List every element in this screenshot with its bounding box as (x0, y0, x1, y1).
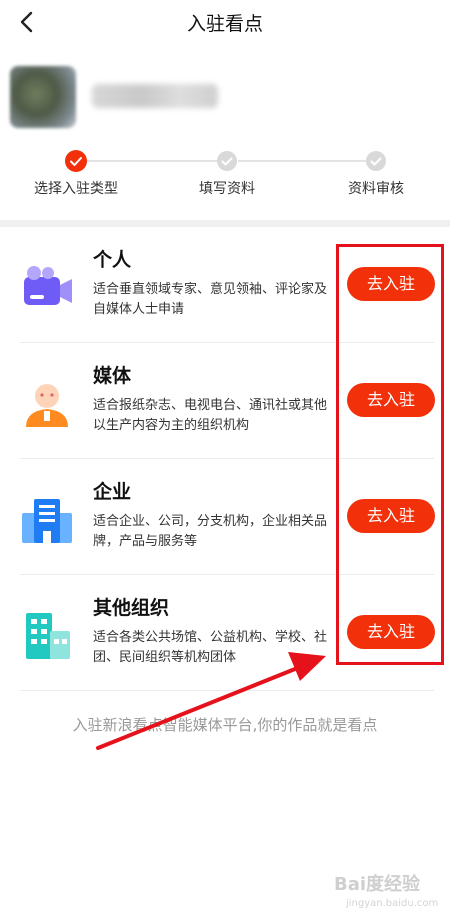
step-done-check-icon (65, 150, 87, 172)
annotation-highlight-box (336, 244, 444, 665)
row-title: 媒体 (93, 365, 132, 387)
step-label-fill-info: 填写资料 (199, 181, 255, 197)
avatar (10, 66, 76, 128)
organization-building-icon (20, 609, 74, 663)
step-label-review: 资料审核 (348, 181, 404, 197)
step-pending-check-icon (216, 150, 238, 172)
row-description: 适合企业、公司，分支机构，企业相关品牌，产品与服务等 (93, 514, 328, 549)
step-progress: 选择入驻类型 填写资料 资料审核 (0, 148, 450, 208)
step-connector (87, 160, 217, 162)
step-label-select-type: 选择入驻类型 (34, 181, 118, 197)
row-description: 适合垂直领域专家、意见领袖、评论家及自媒体人士申请 (93, 282, 328, 317)
blurred-username (92, 84, 218, 108)
watermark-url: jingyan.baidu.com (346, 898, 439, 909)
footer-tagline: 入驻新浪看点智能媒体平台,你的作品就是看点 (72, 716, 378, 734)
row-title: 个人 (93, 249, 132, 271)
media-person-icon (20, 377, 74, 431)
camera-person-icon (20, 261, 74, 315)
row-description: 适合报纸杂志、电视电台、通讯社或其他以生产内容为主的组织机构 (93, 398, 328, 433)
watermark-logo: Bai度经验 (334, 874, 421, 895)
row-title: 企业 (93, 481, 132, 503)
enterprise-building-icon (20, 493, 74, 547)
step-connector (238, 160, 366, 162)
row-title: 其他组织 (93, 597, 170, 619)
row-separator (20, 690, 434, 691)
row-description: 适合各类公共场馆、公益机构、学校、社团、民间组织等机构团体 (93, 630, 328, 665)
page-title: 入驻看点 (186, 13, 263, 35)
top-nav-bar: 入驻看点 (0, 0, 450, 46)
section-divider (0, 220, 450, 227)
step-pending-check-icon (365, 150, 387, 172)
